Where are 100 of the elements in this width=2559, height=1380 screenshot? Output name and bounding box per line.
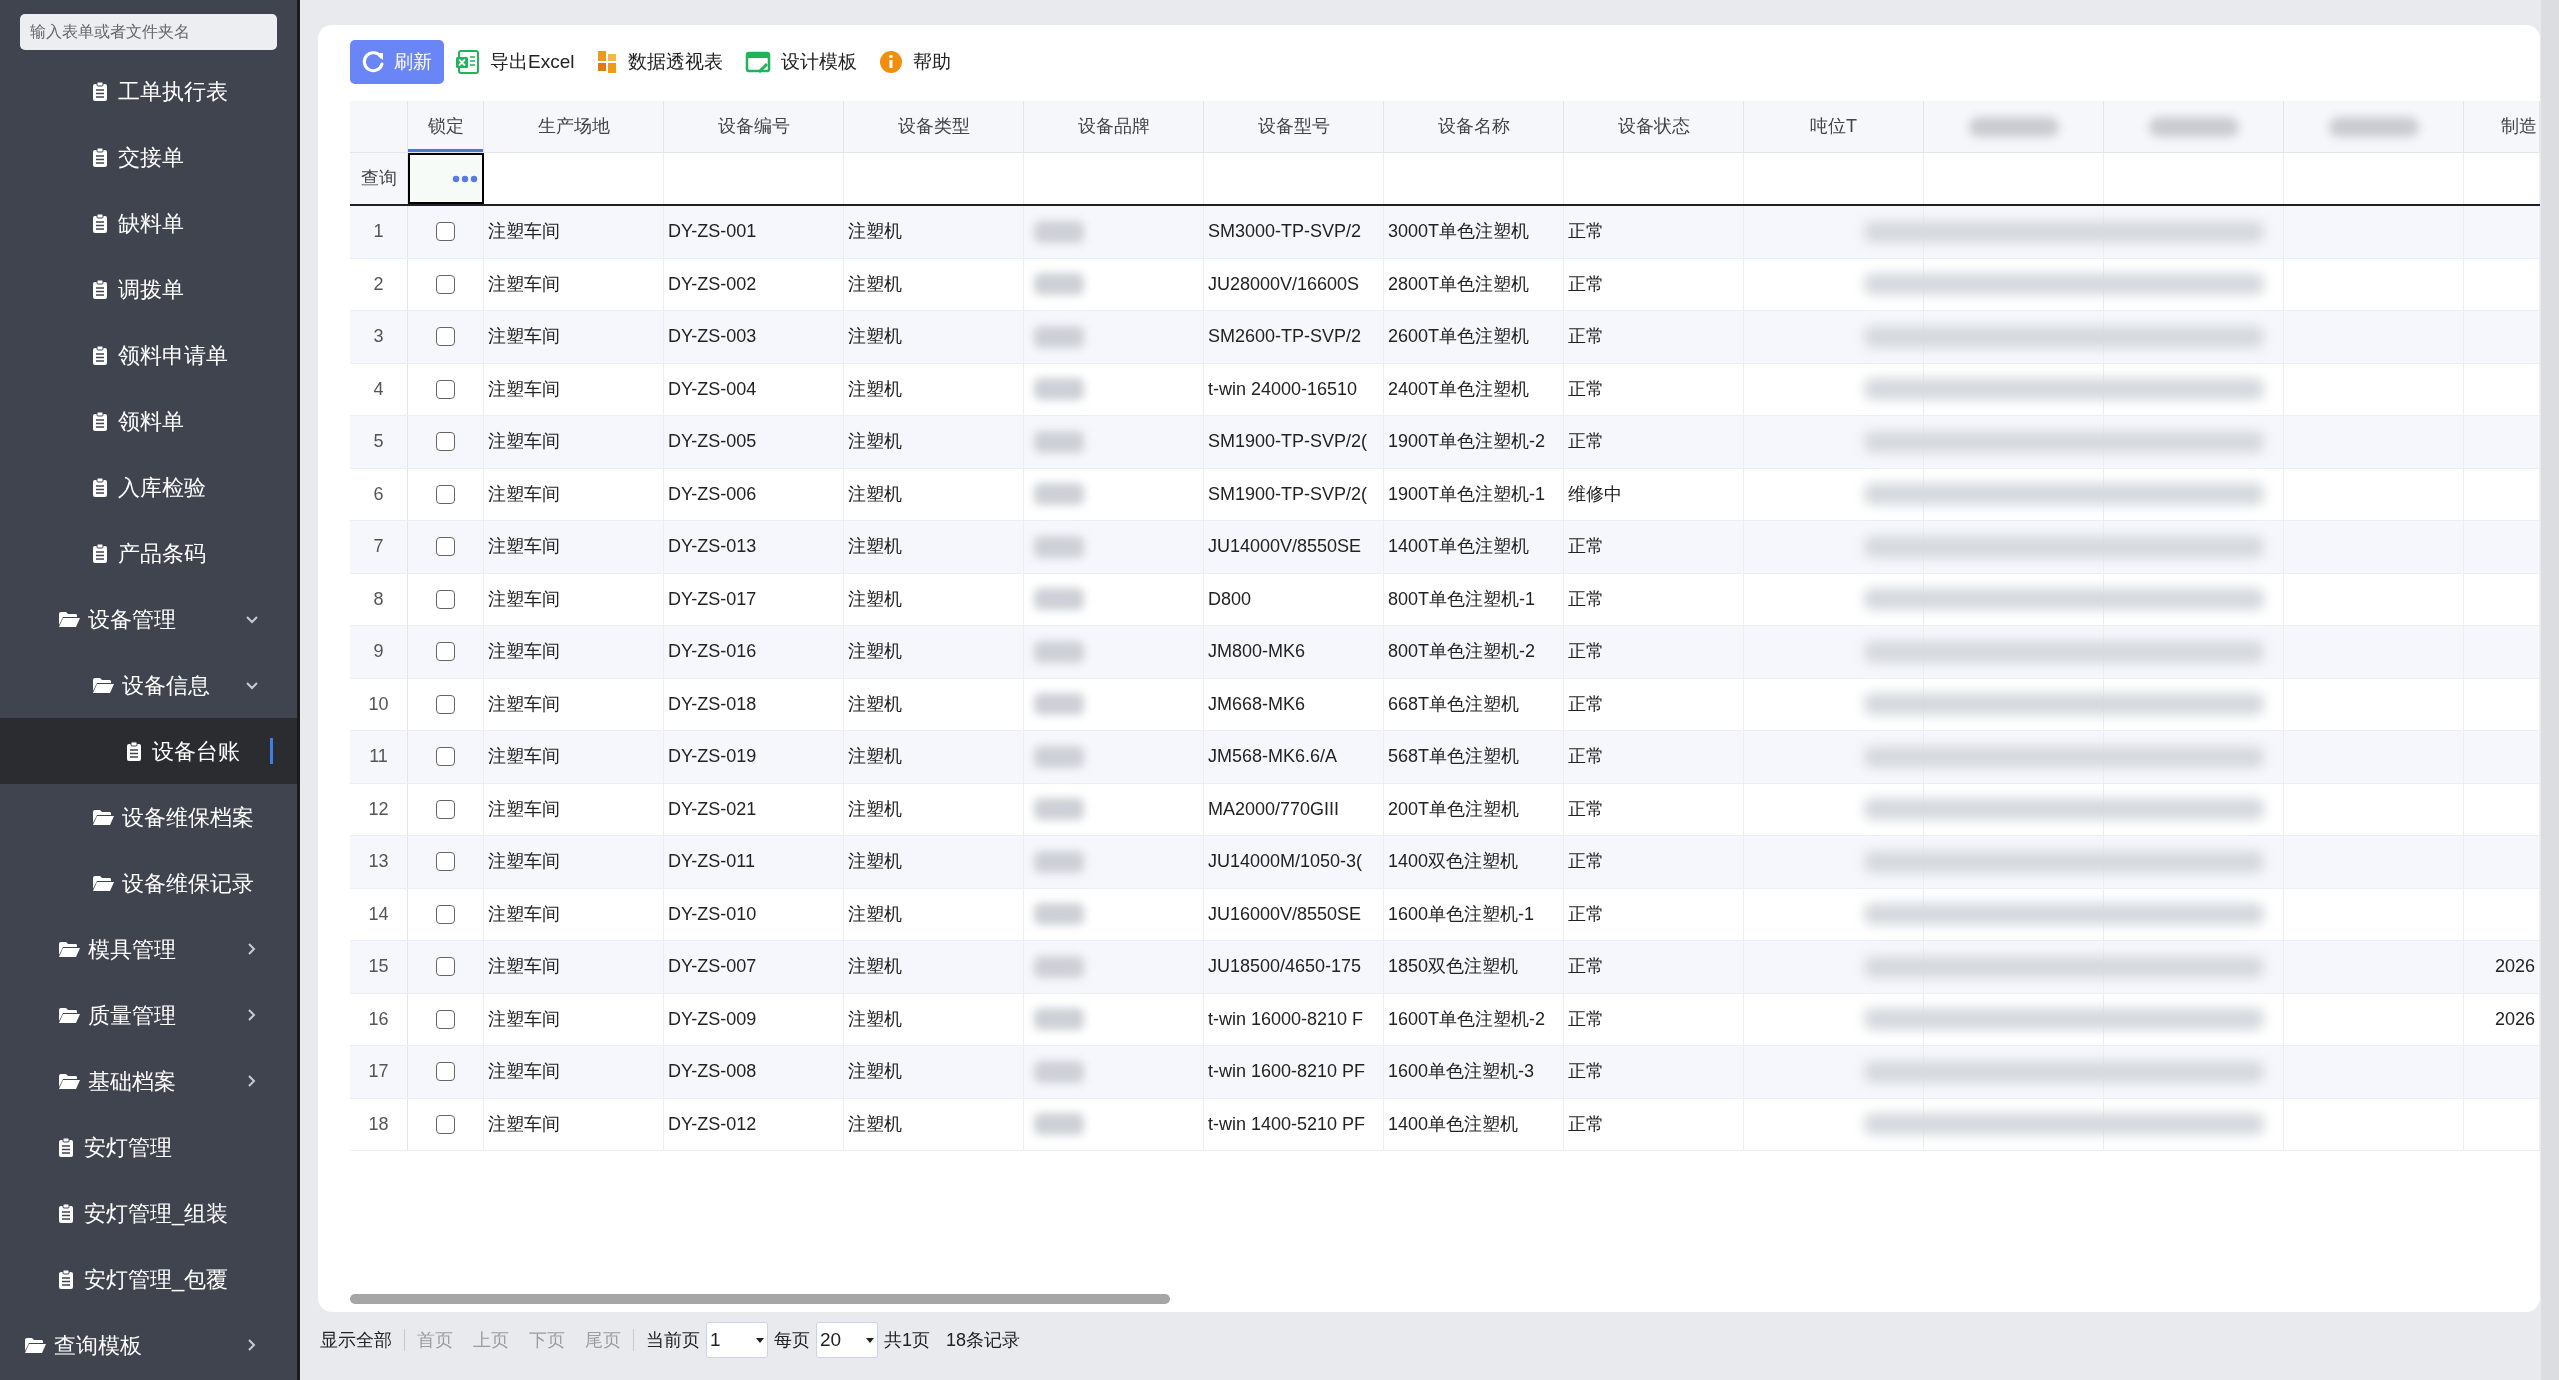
column-header[interactable]: 设备型号 <box>1204 101 1384 152</box>
page-select[interactable]: 1 <box>706 1322 768 1358</box>
table-cell-text: DY-ZS-010 <box>668 902 757 926</box>
tree-item[interactable]: 安灯管理 <box>0 1114 297 1180</box>
refresh-icon <box>362 50 386 74</box>
table-cell-text: 1900T单色注塑机-1 <box>1388 482 1546 506</box>
checkbox[interactable] <box>436 484 455 504</box>
tree-item[interactable]: 调拨单 <box>0 256 297 322</box>
folder-icon <box>92 874 114 892</box>
table-cell-text: 注塑车间 <box>488 325 560 349</box>
table-cell-text: t-win 1600-8210 PF <box>1208 1060 1366 1084</box>
checkbox[interactable] <box>436 432 455 452</box>
toolbar-button[interactable]: 帮助 <box>877 40 954 84</box>
tree-item[interactable]: 设备信息 <box>0 652 297 718</box>
tree-item[interactable]: 缺料单 <box>0 190 297 256</box>
table-cell-text: 正常 <box>1568 220 1604 244</box>
checkbox[interactable] <box>436 852 455 872</box>
checkbox[interactable] <box>436 327 455 347</box>
tree-item[interactable]: 交接单 <box>0 124 297 190</box>
tree-item[interactable]: 领料申请单 <box>0 322 297 388</box>
table-cell-text: 注塑机 <box>848 745 902 769</box>
tree-item[interactable]: 安灯管理_包覆 <box>0 1246 297 1312</box>
table-cell-text: SM1900-TP-SVP/2( <box>1208 482 1368 506</box>
tree-item[interactable]: 设备维保档案 <box>0 784 297 850</box>
table-cell-text: 1900T单色注塑机-2 <box>1388 430 1546 454</box>
table-cell-text: 正常 <box>1568 850 1604 874</box>
table-cell-text: 注塑车间 <box>488 745 560 769</box>
table-cell-text: t-win 1400-5210 PF <box>1208 1112 1366 1136</box>
table-cell-text: 2800T单色注塑机 <box>1388 272 1530 296</box>
toolbar-button[interactable]: 导出Excel <box>454 40 577 84</box>
table-cell-text: 正常 <box>1568 587 1604 611</box>
table-cell-text: t-win 24000-16510 <box>1208 377 1358 401</box>
redacted-area <box>1034 640 1084 663</box>
table-cell-text: 注塑车间 <box>488 587 560 611</box>
table-cell-text: JU14000M/1050-3( <box>1208 850 1363 874</box>
column-header[interactable]: 生产场地 <box>484 101 664 152</box>
checkbox[interactable] <box>436 642 455 662</box>
column-header[interactable]: 设备类型 <box>844 101 1024 152</box>
scrollbar-thumb[interactable] <box>350 1294 1170 1304</box>
tree-item[interactable]: 设备维保记录 <box>0 850 297 916</box>
document-icon <box>92 476 108 498</box>
tree-item[interactable]: 领料单 <box>0 388 297 454</box>
search-field[interactable]: 输入表单或者文件夹名 <box>20 14 277 50</box>
tree-item[interactable]: 工单执行表 <box>0 58 297 124</box>
column-header[interactable]: 设备编号 <box>664 101 844 152</box>
scrollbar-track[interactable] <box>2541 0 2559 1380</box>
column-header[interactable]: 锁定 <box>408 101 484 152</box>
checkbox[interactable] <box>436 537 455 557</box>
checkbox[interactable] <box>436 1114 455 1134</box>
tree-item[interactable]: 质量管理 <box>0 982 297 1048</box>
table-cell-text: DY-ZS-011 <box>668 850 756 874</box>
checkbox[interactable] <box>436 957 455 977</box>
table-cell-text: 注塑车间 <box>488 1112 560 1136</box>
checkbox[interactable] <box>436 222 455 242</box>
row-number: 2 <box>350 258 408 310</box>
query-field[interactable] <box>408 153 484 204</box>
tree-item[interactable]: 模具管理 <box>0 916 297 982</box>
column-header[interactable]: 设备名称 <box>1384 101 1564 152</box>
tree-item[interactable]: 安灯管理_组装 <box>0 1180 297 1246</box>
column-header[interactable]: 设备状态 <box>1564 101 1744 152</box>
table-cell-text: 2026 <box>2494 955 2535 979</box>
table-cell-text: 正常 <box>1568 1060 1604 1084</box>
tree-item[interactable]: 入库检验 <box>0 454 297 520</box>
tree-item[interactable]: 基础档案 <box>0 1048 297 1114</box>
table-cell-text: 注塑车间 <box>488 482 560 506</box>
redacted-area <box>1034 378 1084 401</box>
chevron-right-icon <box>246 942 257 956</box>
column-header[interactable]: 设备品牌 <box>1024 101 1204 152</box>
redacted-area <box>1034 850 1084 873</box>
table-cell-text: DY-ZS-001 <box>668 220 757 244</box>
column-header[interactable]: 吨位T <box>1744 101 1924 152</box>
checkbox[interactable] <box>436 904 455 924</box>
checkbox[interactable] <box>436 747 455 767</box>
show-all-link[interactable]: 显示全部 <box>318 1326 394 1354</box>
table-cell-text: 正常 <box>1568 272 1604 296</box>
page-select[interactable]: 20 <box>816 1322 878 1358</box>
tree-item[interactable]: 设备管理 <box>0 586 297 652</box>
checkbox[interactable] <box>436 274 455 294</box>
document-icon <box>58 1202 74 1224</box>
folder-icon <box>58 940 80 958</box>
tree-item[interactable]: 查询模板 <box>0 1312 297 1378</box>
checkbox[interactable] <box>436 1009 455 1029</box>
table-cell-text: 正常 <box>1568 1112 1604 1136</box>
checkbox[interactable] <box>436 379 455 399</box>
table-cell-text: 注塑机 <box>848 220 902 244</box>
row-number: 9 <box>350 626 408 678</box>
checkbox[interactable] <box>436 1062 455 1082</box>
tree-item[interactable]: 设备台账 <box>0 718 297 784</box>
checkbox[interactable] <box>436 799 455 819</box>
checkbox[interactable] <box>436 694 455 714</box>
checkbox[interactable] <box>436 589 455 609</box>
toolbar-button[interactable]: 数据透视表 <box>594 40 726 84</box>
row-number: 1 <box>350 206 408 258</box>
toolbar-button[interactable]: 设计模板 <box>743 40 860 84</box>
tree-item[interactable]: 产品条码 <box>0 520 297 586</box>
table-cell-text: 1400双色注塑机 <box>1388 850 1519 874</box>
table-cell-text: 注塑机 <box>848 640 902 664</box>
document-icon <box>92 212 108 234</box>
document-icon <box>58 1268 74 1290</box>
column-header[interactable]: 制造 <box>2464 101 2540 152</box>
